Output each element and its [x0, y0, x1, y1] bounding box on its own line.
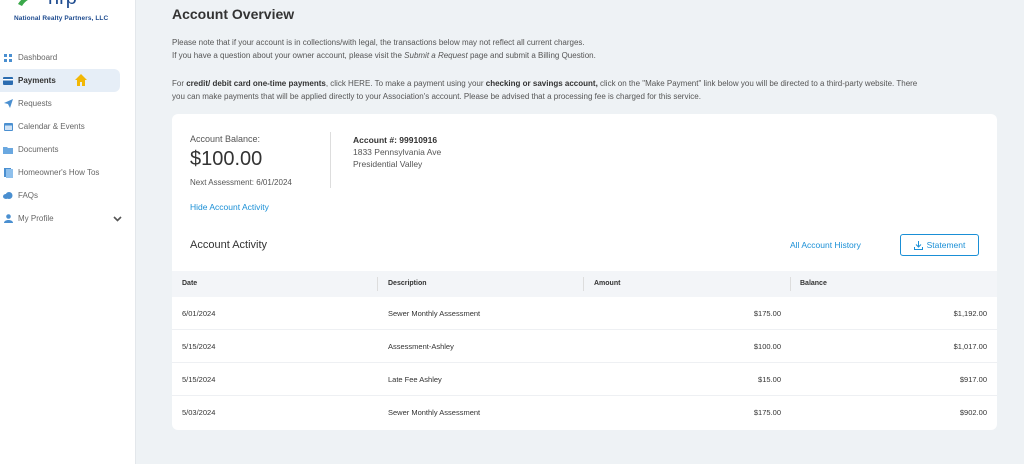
sidebar-item-label: Requests [18, 99, 52, 108]
activity-title: Account Activity [190, 239, 268, 251]
col-divider [583, 277, 584, 291]
notice-text: If you have a question about your owner … [172, 51, 405, 60]
notice-text: page and submit a Billing Question. [467, 51, 596, 60]
sidebar-item-label: Dashboard [18, 53, 58, 62]
send-icon [2, 98, 14, 110]
notice-text[interactable]: , click HERE. To make a payment using yo… [326, 79, 486, 88]
sidebar-item-label: FAQs [18, 191, 39, 200]
card-payment-text: credit/ debit card one-time payments [186, 79, 326, 88]
sidebar-item-label: Homeowner's How Tos [18, 168, 100, 177]
account-number: Account #: 99910916 [353, 135, 438, 145]
sidebar-item-documents[interactable]: Documents [0, 138, 120, 161]
col-description: Description [388, 280, 427, 287]
col-divider [377, 277, 378, 291]
sidebar-item-label: Payments [18, 76, 56, 85]
card-icon [2, 75, 14, 87]
calendar-icon [2, 121, 14, 133]
next-assessment: Next Assessment: 6/01/2024 [190, 178, 292, 187]
row-date: 5/03/2024 [182, 408, 216, 417]
row-amount: $15.00 [758, 375, 781, 384]
table-row: 6/01/2024 Sewer Monthly Assessment $175.… [172, 297, 997, 330]
user-icon [2, 213, 14, 225]
statement-label: Statement [926, 240, 966, 250]
doc-icon [2, 167, 14, 179]
table-row: 5/03/2024 Sewer Monthly Assessment $175.… [172, 396, 997, 429]
address-line1: 1833 Pennsylvania Ave [353, 147, 442, 157]
notice-text: For [172, 79, 187, 88]
row-amount: $175.00 [753, 408, 781, 417]
sidebar-item-calendar[interactable]: Calendar & Events [0, 115, 120, 138]
account-info: Account #: 99910916 1833 Pennsylvania Av… [353, 134, 441, 170]
all-history-link[interactable]: All Account History [790, 240, 861, 250]
sidebar: nrp National Realty Partners, LLC Dashbo… [0, 0, 136, 464]
row-date: 6/01/2024 [182, 309, 216, 318]
col-balance: Balance [800, 280, 827, 287]
address-line2: Presidential Valley [353, 159, 423, 169]
sidebar-item-my-profile[interactable]: My Profile [0, 207, 122, 230]
main-content: Account Overview Please note that if you… [136, 0, 1024, 464]
sidebar-item-label: Calendar & Events [18, 122, 85, 131]
sidebar-item-label: My Profile [18, 214, 54, 223]
statement-button[interactable]: Statement [900, 234, 979, 256]
table-row: 5/15/2024 Late Fee Ashley $15.00 $917.00 [172, 363, 997, 396]
account-card: Account Balance: $100.00 Next Assessment… [172, 114, 997, 430]
row-balance: $1,017.00 [953, 342, 987, 351]
row-description: Assessment-Ashley [388, 342, 454, 351]
table-header: Date Description Amount Balance [172, 271, 997, 297]
row-amount: $175.00 [753, 309, 781, 318]
download-icon [913, 240, 923, 250]
collections-notice: Please note that if your account is in c… [172, 38, 585, 47]
divider [330, 132, 331, 188]
table-row: 5/15/2024 Assessment-Ashley $100.00 $1,0… [172, 330, 997, 363]
chevron-down-icon[interactable] [113, 214, 122, 223]
grid-icon [2, 52, 14, 64]
payment-notice-cont: you can make payments that will be appli… [172, 92, 701, 101]
svg-text:nrp: nrp [48, 0, 77, 9]
row-date: 5/15/2024 [182, 375, 216, 384]
sidebar-item-faqs[interactable]: FAQs [0, 184, 120, 207]
balance-label: Account Balance: [190, 134, 261, 144]
col-amount: Amount [594, 280, 621, 287]
row-balance: $1,192.00 [953, 309, 987, 318]
col-divider [790, 277, 791, 291]
sidebar-item-how-tos[interactable]: Homeowner's How Tos [0, 161, 120, 184]
row-description: Sewer Monthly Assessment [388, 309, 481, 318]
row-description: Sewer Monthly Assessment [388, 408, 481, 417]
row-balance: $902.00 [959, 408, 987, 417]
row-date: 5/15/2024 [182, 342, 216, 351]
col-date: Date [182, 280, 198, 287]
sidebar-item-label: Documents [18, 145, 59, 154]
page-title: Account Overview [172, 6, 295, 22]
row-balance: $917.00 [959, 375, 987, 384]
company-name: National Realty Partners, LLC [14, 15, 109, 22]
bank-payment-text: checking or savings account, [485, 79, 598, 88]
payment-notice: For credit/ debit card one-time payments… [172, 78, 917, 90]
sidebar-item-dashboard[interactable]: Dashboard [0, 46, 120, 69]
balance-amount: $100.00 [190, 148, 263, 170]
question-notice: If you have a question about your owner … [172, 50, 596, 62]
cloud-icon [2, 190, 14, 202]
row-amount: $100.00 [753, 342, 781, 351]
row-description: Late Fee Ashley [388, 375, 442, 384]
sidebar-item-requests[interactable]: Requests [0, 92, 120, 115]
folder-icon [2, 144, 14, 156]
notice-text: click on the "Make Payment" link below y… [597, 79, 918, 88]
hide-activity-link[interactable]: Hide Account Activity [190, 202, 269, 212]
submit-request-link[interactable]: Submit a Request [404, 51, 468, 60]
home-icon [75, 74, 87, 86]
sidebar-nav: Dashboard Payments Requests Calendar & E… [0, 46, 136, 230]
company-logo[interactable]: nrp [14, 0, 94, 12]
sidebar-item-payments[interactable]: Payments [0, 69, 120, 92]
